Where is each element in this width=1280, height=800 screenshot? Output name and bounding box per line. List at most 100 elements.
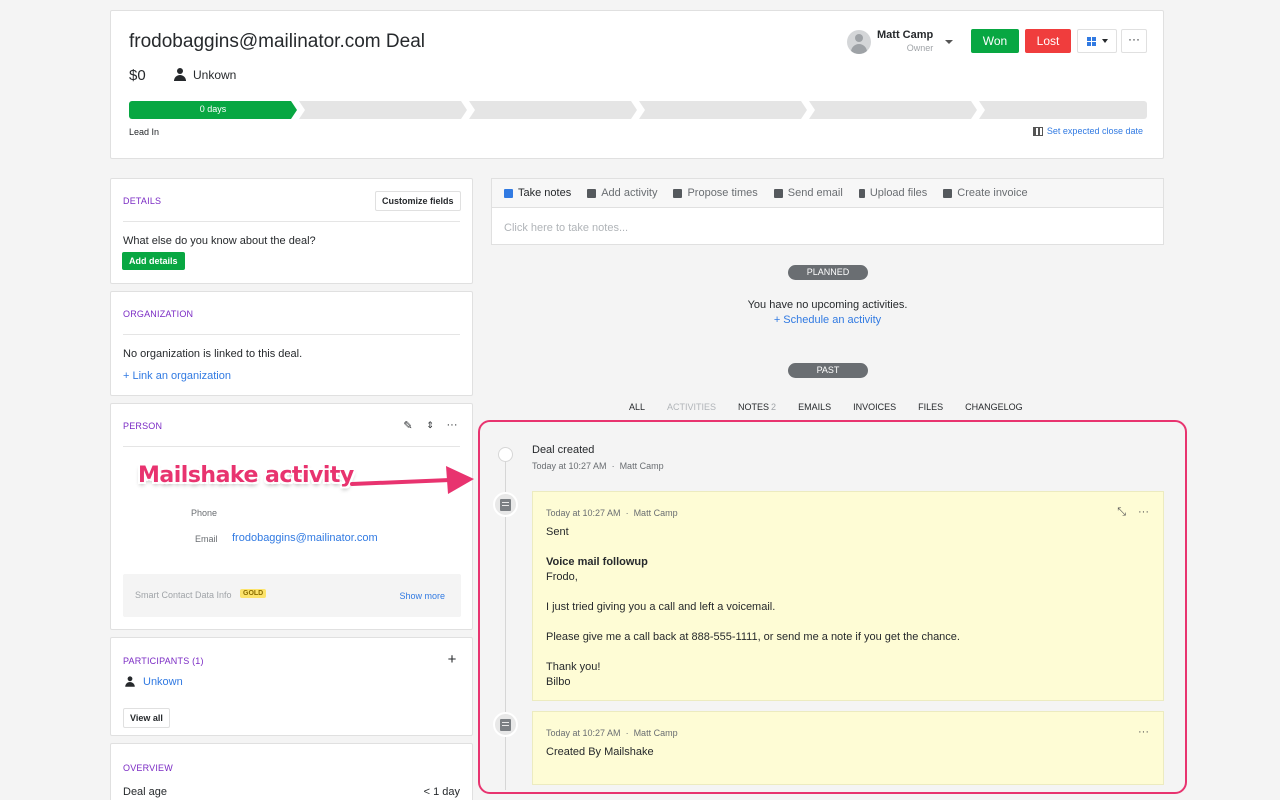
avatar [847,30,871,54]
filter-emails[interactable]: EMAILS [798,402,831,412]
deal-person[interactable]: Unkown [173,68,236,82]
deal-header: frodobaggins@mailinator.com Deal $0 Unko… [110,10,1164,159]
deal-title[interactable]: frodobaggins@mailinator.com Deal [129,31,425,53]
tab-propose-times[interactable]: Propose times [673,187,758,199]
owner-name: Matt Camp [877,29,934,41]
tab-create-invoice[interactable]: Create invoice [943,187,1028,199]
customize-fields-button[interactable]: Customize fields [375,191,461,211]
section-title: PERSON [123,421,163,431]
add-participant-icon[interactable]: + [443,650,461,668]
owner-role: Owner [906,43,934,53]
won-button[interactable]: Won [971,29,1019,53]
person-section: PERSON ✎ ⇕ ··· Phone Email frodobaggins@… [110,403,473,630]
stage-duration: 0 days [199,104,227,114]
person-icon [124,676,135,687]
schedule-activity-link[interactable]: + Schedule an activity [491,314,1164,326]
no-activities-text: You have no upcoming activities. [747,299,908,311]
invoice-icon [943,188,953,198]
note-icon [504,188,513,198]
annotation-arrow-icon [350,466,474,494]
expand-icon[interactable]: ⇕ [421,416,439,434]
set-close-date-link[interactable]: Set expected close date [1032,126,1143,136]
show-more-link[interactable]: Show more [399,591,445,601]
person-email-link[interactable]: frodobaggins@mailinator.com [232,532,378,544]
pipeline-stage-4[interactable] [639,101,807,119]
tab-send-email[interactable]: Send email [773,187,843,199]
pipeline-stages: 0 days [129,101,1147,119]
lost-button[interactable]: Lost [1025,29,1071,53]
filter-all[interactable]: ALL [629,402,645,412]
tab-label: Add activity [601,187,658,199]
scheduler-icon [673,188,683,198]
close-date-label[interactable]: Set expected close date [1047,126,1143,136]
section-title: ORGANIZATION [123,309,194,319]
more-icon[interactable]: ··· [443,416,461,434]
view-switch-button[interactable] [1077,29,1117,53]
deal-age-label: Deal age [123,786,168,798]
divider [123,446,460,447]
pipeline-stage-3[interactable] [469,101,637,119]
participants-section: PARTICIPANTS (1) + Unkown View all [110,637,473,736]
overview-section: OVERVIEW Deal age < 1 day [110,743,473,800]
pipeline-stage-5[interactable] [809,101,977,119]
edit-icon[interactable]: ✎ [399,416,417,434]
smart-contact-label: Smart Contact Data Info [135,590,232,600]
tab-label: Upload files [869,187,928,199]
activity-composer: Take notes Add activity Propose times Se… [491,178,1164,245]
tab-label: Send email [787,187,843,199]
composer-tabs: Take notes Add activity Propose times Se… [492,179,1163,208]
deal-value[interactable]: $0 [129,67,146,84]
chevron-down-icon [1101,39,1108,43]
section-title: OVERVIEW [123,763,173,773]
gold-badge: GOLD [240,589,267,598]
deal-age-value: < 1 day [423,786,460,798]
divider [123,334,460,335]
filter-notes[interactable]: NOTES 2 [738,402,776,412]
chevron-down-icon[interactable] [945,40,954,44]
notes-input[interactable]: Click here to take notes... [504,222,628,234]
filter-files[interactable]: FILES [918,402,943,412]
participant-name[interactable]: Unkown [143,676,183,688]
person-icon [173,68,187,82]
paperclip-icon [858,188,865,198]
organization-section: ORGANIZATION No organization is linked t… [110,291,473,396]
link-organization-link[interactable]: + Link an organization [123,370,231,382]
smart-contact-panel: Smart Contact Data Info GOLD Show more [123,574,461,617]
organization-empty-text: No organization is linked to this deal. [123,348,303,360]
section-title: DETAILS [123,196,162,206]
envelope-icon [773,188,783,198]
annotation-label: Mailshake activity [138,463,354,488]
pipeline-stage-2[interactable] [299,101,467,119]
tab-label: Take notes [518,187,572,199]
filter-activities[interactable]: ACTIVITIES [667,402,716,412]
filter-changelog[interactable]: CHANGELOG [965,402,1023,412]
participant-item[interactable]: Unkown [123,675,183,689]
add-details-button[interactable]: Add details [122,252,185,270]
more-actions-button[interactable]: ··· [1121,29,1147,53]
planned-divider: PLANNED [788,265,868,280]
details-section: DETAILS Customize fields What else do yo… [110,178,473,284]
pipeline-stage-1[interactable]: 0 days [129,101,297,119]
tab-take-notes[interactable]: Take notes [504,187,571,199]
details-prompt: What else do you know about the deal? [123,235,316,247]
tab-label: Create invoice [957,187,1028,199]
stage-name: Lead In [129,127,160,137]
calendar-icon [587,188,597,198]
section-title: PARTICIPANTS (1) [123,656,204,666]
history-filter-tabs: ALL ACTIVITIES NOTES 2 EMAILS INVOICES FI… [629,402,1045,412]
past-divider: PAST [788,363,868,378]
tab-upload-files[interactable]: Upload files [858,187,928,199]
tab-add-activity[interactable]: Add activity [587,187,657,199]
owner-selector[interactable]: Matt Camp Owner [847,29,954,55]
tab-label: Propose times [687,187,758,199]
pipeline-stage-6[interactable] [979,101,1147,119]
grid-icon [1086,36,1096,46]
email-label: Email [195,534,218,544]
phone-label: Phone [191,508,218,518]
filter-invoices[interactable]: INVOICES [853,402,896,412]
annotation-highlight-box [478,420,1187,794]
flag-icon [1032,126,1043,136]
view-all-button[interactable]: View all [123,708,170,728]
deal-person-name[interactable]: Unkown [193,68,236,82]
divider [123,221,460,222]
